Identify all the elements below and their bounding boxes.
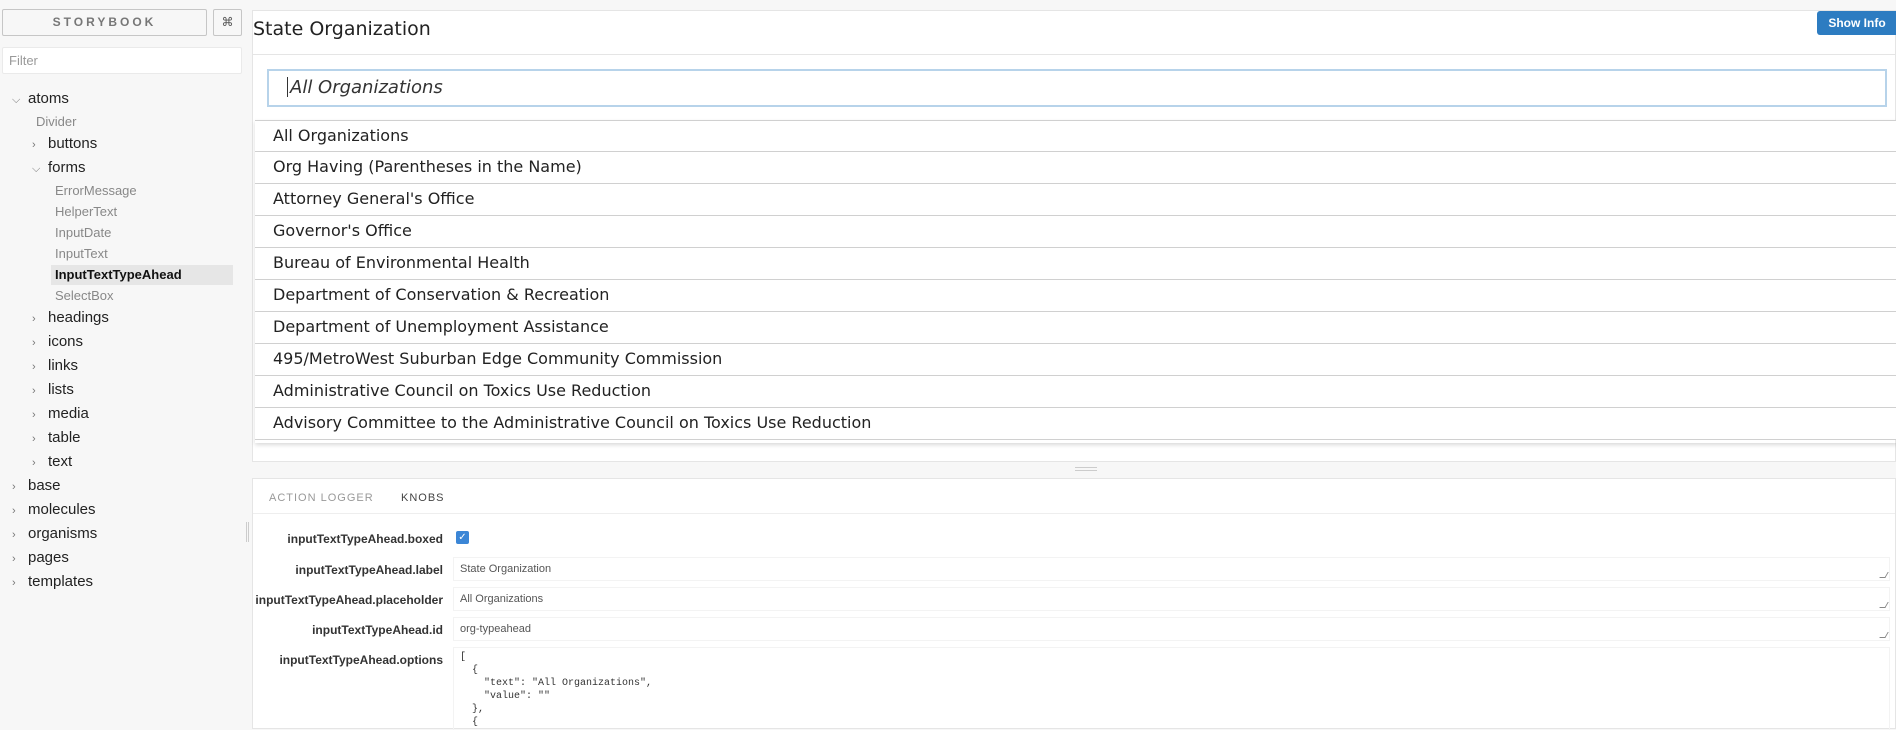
tree-item-forms[interactable]: ⌵ forms <box>32 158 86 178</box>
knob-label-label: inputTextTypeAhead.label <box>295 563 443 577</box>
tree-item-organisms[interactable]: › organisms <box>12 524 97 544</box>
tree-leaf-selectbox[interactable]: SelectBox <box>55 286 114 306</box>
tree-leaf-helpertext[interactable]: HelperText <box>55 202 117 222</box>
typeahead-option[interactable]: Department of Unemployment Assistance <box>255 312 1896 344</box>
chevron-right-icon: › <box>32 409 36 421</box>
tree-item-icons[interactable]: › icons <box>32 332 83 352</box>
tab-action-logger[interactable]: ACTION LOGGER <box>269 492 374 504</box>
chevron-right-icon: › <box>12 553 16 565</box>
typeahead-option[interactable]: Attorney General's Office <box>255 184 1896 216</box>
chevron-down-icon: ⌵ <box>12 94 21 106</box>
chevron-right-icon: › <box>32 433 36 445</box>
chevron-right-icon: › <box>32 361 36 373</box>
tree-item-base[interactable]: › base <box>12 476 61 496</box>
typeahead-input[interactable]: All Organizations <box>267 69 1887 107</box>
typeahead-option[interactable]: All Organizations <box>255 120 1896 152</box>
chevron-right-icon: › <box>12 529 16 541</box>
filter-input[interactable] <box>2 47 242 74</box>
page-title: State Organization <box>253 18 431 40</box>
preview-frame: State Organization Show Info All Organiz… <box>252 10 1896 462</box>
brand-row: STORYBOOK ⌘ <box>2 9 242 36</box>
tree-item-buttons[interactable]: › buttons <box>32 134 97 154</box>
knob-options-textarea[interactable]: [ { "text": "All Organizations", "value"… <box>453 647 1890 730</box>
text-caret <box>287 76 288 97</box>
typeahead-option[interactable]: Department of Conservation & Recreation <box>255 280 1896 312</box>
tree-item-table[interactable]: › table <box>32 428 81 448</box>
typeahead-option[interactable]: 495/MetroWest Suburban Edge Community Co… <box>255 344 1896 376</box>
typeahead-options-list: All Organizations Org Having (Parenthese… <box>255 120 1896 443</box>
chevron-right-icon: › <box>12 505 16 517</box>
knob-placeholder-field[interactable]: All Organizations <box>453 587 1890 611</box>
knob-label-placeholder: inputTextTypeAhead.placeholder <box>255 593 443 607</box>
chevron-right-icon: › <box>32 139 36 151</box>
addon-panel: ACTION LOGGER KNOBS inputTextTypeAhead.b… <box>252 478 1896 730</box>
chevron-right-icon: › <box>32 385 36 397</box>
tree-item-headings[interactable]: › headings <box>32 308 109 328</box>
sidebar: STORYBOOK ⌘ ⌵atoms Divider ›buttons ⌵for… <box>0 0 246 729</box>
storybook-brand-button[interactable]: STORYBOOK <box>2 9 207 36</box>
tree-leaf-errormessage[interactable]: ErrorMessage <box>55 181 137 201</box>
typeahead-option[interactable]: Org Having (Parentheses in the Name) <box>255 152 1896 184</box>
typeahead-option[interactable]: Bureau of Environmental Health <box>255 248 1896 280</box>
chevron-right-icon: › <box>12 577 16 589</box>
tab-knobs[interactable]: KNOBS <box>401 492 445 504</box>
chevron-right-icon: › <box>32 337 36 349</box>
keyboard-shortcuts-button[interactable]: ⌘ <box>213 9 242 36</box>
checkmark-icon: ✓ <box>458 532 467 543</box>
knob-label-field[interactable]: State Organization <box>453 557 1890 581</box>
tree-item-atoms[interactable]: ⌵ atoms <box>12 89 69 109</box>
tree-leaf-inputtexttypeahead[interactable]: InputTextTypeAhead <box>51 265 233 285</box>
knob-label-boxed: inputTextTypeAhead.boxed <box>287 532 443 546</box>
knob-label-options: inputTextTypeAhead.options <box>279 653 443 667</box>
knob-label-id: inputTextTypeAhead.id <box>312 623 443 637</box>
chevron-right-icon: › <box>12 481 16 493</box>
tree-leaf-inputtext[interactable]: InputText <box>55 244 108 264</box>
chevron-right-icon: › <box>32 457 36 469</box>
chevron-down-icon: ⌵ <box>32 163 41 175</box>
divider <box>253 54 1896 55</box>
knob-boxed-checkbox[interactable]: ✓ <box>456 531 469 544</box>
tree-item-lists[interactable]: › lists <box>32 380 74 400</box>
typeahead-option[interactable]: Governor's Office <box>255 216 1896 248</box>
tree-item-media[interactable]: › media <box>32 404 89 424</box>
tree-leaf-inputdate[interactable]: InputDate <box>55 223 111 243</box>
panel-tabs: ACTION LOGGER KNOBS <box>253 479 1895 514</box>
panel-resize-handle[interactable] <box>1075 467 1097 471</box>
resize-grip-icon <box>1879 572 1889 578</box>
typeahead-option[interactable]: Advisory Committee to the Administrative… <box>255 408 1896 440</box>
knob-id-field[interactable]: org-typeahead <box>453 617 1890 641</box>
tree-leaf-divider[interactable]: Divider <box>36 112 76 132</box>
typeahead-option[interactable]: Administrative Council on Toxics Use Red… <box>255 376 1896 408</box>
resize-grip-icon <box>1879 602 1889 608</box>
resize-grip-icon <box>1879 632 1889 638</box>
tree-item-templates[interactable]: › templates <box>12 572 93 592</box>
sidebar-resize-handle[interactable] <box>246 522 249 542</box>
tree-item-text[interactable]: › text <box>32 452 72 472</box>
show-info-button[interactable]: Show Info <box>1817 11 1896 35</box>
chevron-right-icon: › <box>32 313 36 325</box>
tree-item-links[interactable]: › links <box>32 356 78 376</box>
tree-item-pages[interactable]: › pages <box>12 548 69 568</box>
tree-item-molecules[interactable]: › molecules <box>12 500 96 520</box>
